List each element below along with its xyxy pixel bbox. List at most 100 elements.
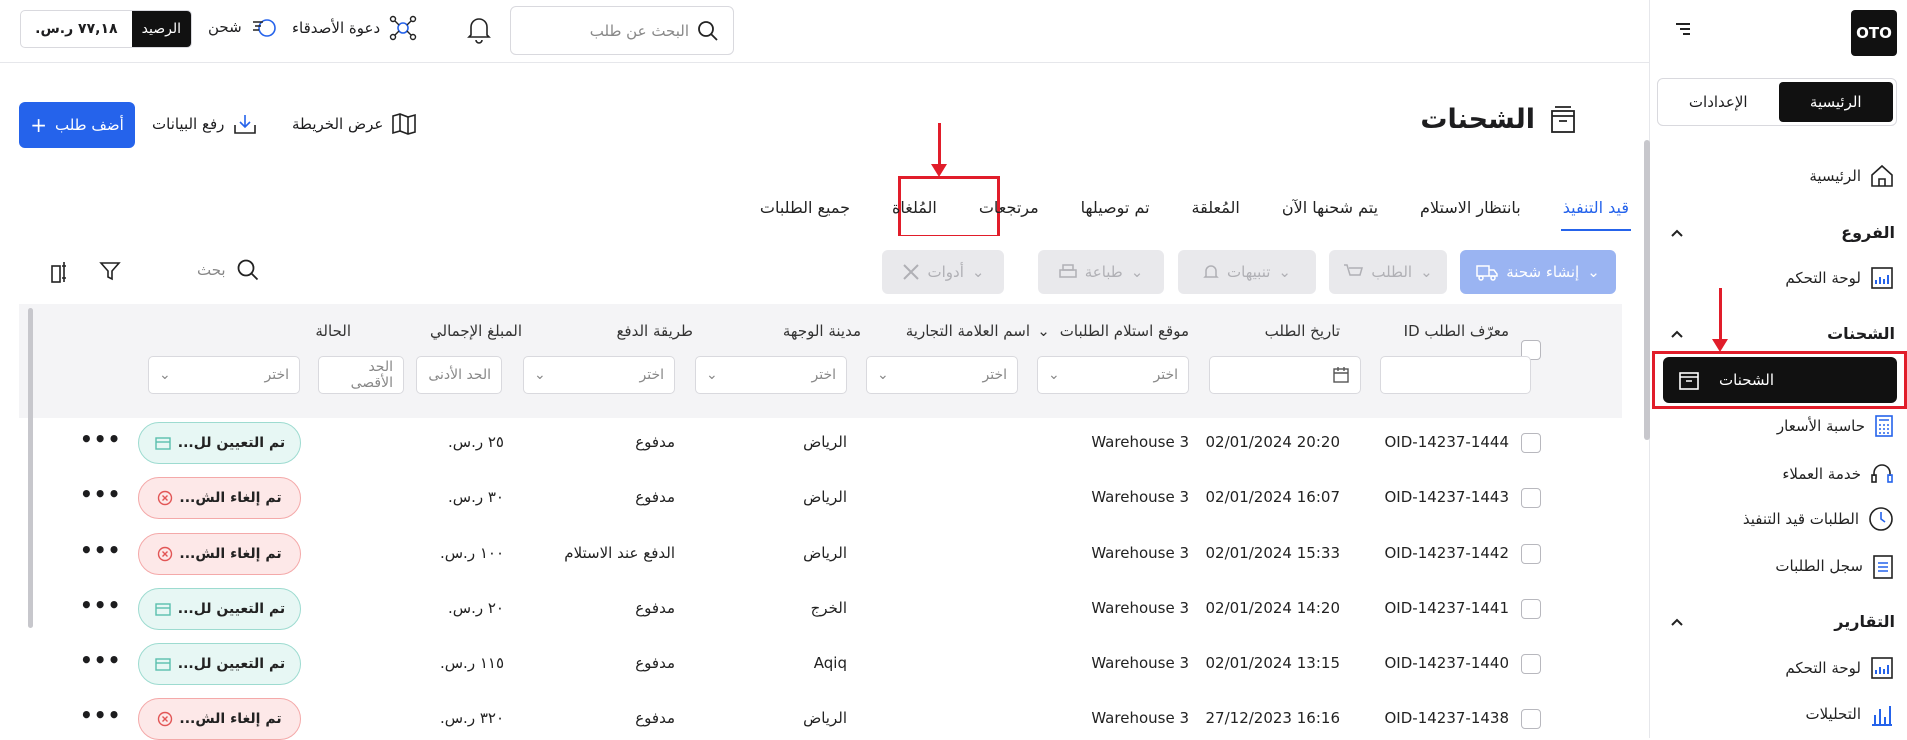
status-badge[interactable]: تم التعيين لل... [138, 588, 301, 630]
cell-order-id[interactable]: OID-14237-1441 [1385, 599, 1510, 617]
tab-awaiting-pickup[interactable]: بانتظار الاستلام [1418, 198, 1523, 231]
home-settings-switch: الرئيسية الإعدادات [1657, 78, 1897, 126]
search-icon [237, 259, 258, 281]
tools-icon [902, 264, 919, 280]
header-destination-city[interactable]: مدينة الوجهة [783, 322, 861, 340]
payment-method-filter[interactable]: اختر ⌄ [523, 356, 675, 394]
tools-menu-button[interactable]: ⌄ أدوات [882, 250, 1004, 294]
header-order-date[interactable]: تاريخ الطلب [1265, 322, 1340, 340]
tab-returns[interactable]: مرتجعات [977, 198, 1041, 231]
sidebar-group-shipments[interactable]: الشحنات [1669, 324, 1895, 343]
status-badge[interactable]: تم إلغاء الش... [138, 698, 301, 740]
status-badge[interactable]: تم التعيين لل... [138, 643, 301, 685]
tab-shipping-now[interactable]: يتم شحنها الآن [1280, 198, 1380, 231]
header-status[interactable]: الحالة [315, 322, 351, 340]
row-checkbox[interactable] [1521, 709, 1541, 729]
header-payment-method[interactable]: طريقة الدفع [616, 322, 693, 340]
tab-in-progress[interactable]: قيد التنفيذ [1560, 198, 1631, 231]
collapse-menu-icon[interactable] [1674, 20, 1692, 38]
search-placeholder: البحث عن طلب [589, 21, 689, 40]
status-badge[interactable]: تم إلغاء الش... [138, 477, 301, 519]
chevron-down-icon: ⌄ [1037, 322, 1050, 340]
sidebar-group-reports[interactable]: التقارير [1669, 612, 1895, 631]
table-toolbar: ⌄ إنشاء شحنة ⌄ الطلب ⌄ تنبيهات ⌄ طباعة ⌄… [19, 244, 1622, 302]
cell-order-id[interactable]: OID-14237-1444 [1385, 433, 1510, 451]
seg-home[interactable]: الرئيسية [1778, 82, 1893, 122]
sidebar-item-customer-service[interactable]: خدمة العملاء [1782, 460, 1895, 488]
pickup-location-filter[interactable]: اختر ⌄ [1037, 356, 1189, 394]
amount-min-filter[interactable]: الحد الأدنى [416, 356, 502, 394]
sidebar-group-branches[interactable]: الفروع [1669, 223, 1895, 242]
status-badge[interactable]: تم التعيين لل... [138, 422, 301, 464]
brand-name-filter[interactable]: اختر ⌄ [866, 356, 1018, 394]
cell-payment-method: الدفع عند الاستلام [564, 544, 675, 562]
cell-order-id[interactable]: OID-14237-1438 [1385, 709, 1510, 727]
order-search-input[interactable]: البحث عن طلب [510, 6, 734, 55]
page-title: الشحنات [1420, 104, 1577, 135]
order-menu-button[interactable]: ⌄ الطلب [1329, 250, 1447, 294]
map-icon [392, 113, 417, 135]
table-scrollbar[interactable] [28, 308, 33, 628]
header-pickup-location[interactable]: موقع استلام الطلبات ⌄ [1037, 322, 1189, 340]
oto-logo[interactable]: OTO [1851, 10, 1897, 56]
sidebar-item-analytics[interactable]: التحليلات [1805, 700, 1895, 728]
row-checkbox[interactable] [1521, 599, 1541, 619]
cell-pickup-location: Warehouse 3 [1091, 544, 1189, 562]
cell-order-date: 15:33 02/01/2024 [1205, 544, 1340, 562]
sidebar-item-orders-in-progress[interactable]: الطلبات قيد التنفيذ [1743, 505, 1895, 533]
map-view-button[interactable]: عرض الخريطة [292, 112, 417, 136]
tab-cancelled[interactable]: المُلغاة [890, 198, 939, 231]
status-badge[interactable]: تم إلغاء الش... [138, 533, 301, 575]
highlight-box-shipments [1652, 351, 1907, 409]
balance-widget[interactable]: الرصيد ٧٧,١٨ ر.س. [20, 10, 192, 48]
status-filter[interactable]: اختر ⌄ [148, 356, 300, 394]
tab-pending[interactable]: المُعلقة [1190, 198, 1242, 231]
row-actions-more-icon[interactable]: ••• [80, 482, 121, 506]
add-order-button[interactable]: أضف طلب + [19, 102, 135, 148]
row-checkbox[interactable] [1521, 544, 1541, 564]
row-actions-more-icon[interactable]: ••• [80, 427, 121, 451]
cell-payment-method: مدفوع [635, 709, 675, 727]
row-actions-more-icon[interactable]: ••• [80, 593, 121, 617]
tab-delivered[interactable]: تم توصيلها [1079, 198, 1152, 231]
seg-settings[interactable]: الإعدادات [1661, 82, 1776, 122]
tab-all-orders[interactable]: جميع الطلبات [758, 198, 852, 231]
order-id-filter[interactable] [1380, 356, 1531, 394]
print-menu-button[interactable]: ⌄ طباعة [1038, 250, 1164, 294]
row-actions-more-icon[interactable]: ••• [80, 538, 121, 562]
sidebar-item-orders-log[interactable]: سجل الطلبات [1775, 552, 1895, 580]
max-placeholder: الحد الأقصى [350, 359, 393, 391]
header-total-amount[interactable]: المبلغ الإجمالي [430, 322, 522, 340]
header-order-id[interactable]: معرّف الطلب ID [1404, 322, 1509, 340]
cell-order-id[interactable]: OID-14237-1440 [1385, 654, 1510, 672]
filter-icon[interactable] [99, 260, 121, 282]
row-actions-more-icon[interactable]: ••• [80, 648, 121, 672]
bell-icon[interactable] [466, 14, 492, 44]
amount-max-filter[interactable]: الحد الأقصى [318, 356, 404, 394]
sidebar-item-branches-dashboard[interactable]: لوحة التحكم [1785, 264, 1895, 292]
alerts-menu-button[interactable]: ⌄ تنبيهات [1178, 250, 1316, 294]
table-search-input[interactable]: بحث [197, 258, 260, 282]
sidebar-item-label: خدمة العملاء [1782, 465, 1861, 483]
sidebar-item-label: سجل الطلبات [1775, 557, 1863, 575]
invite-friends-button[interactable]: دعوة الأصدقاء [292, 13, 418, 43]
page-scrollbar[interactable] [1644, 140, 1650, 440]
cell-order-id[interactable]: OID-14237-1442 [1385, 544, 1510, 562]
columns-settings-icon[interactable] [49, 260, 71, 284]
sidebar-item-home[interactable]: الرئيسية [1809, 162, 1895, 190]
create-shipment-button[interactable]: ⌄ إنشاء شحنة [1460, 250, 1616, 294]
row-checkbox[interactable] [1521, 654, 1541, 674]
destination-city-filter[interactable]: اختر ⌄ [695, 356, 847, 394]
upload-data-button[interactable]: رفع البيانات [152, 112, 258, 136]
row-checkbox[interactable] [1521, 433, 1541, 453]
cell-order-id[interactable]: OID-14237-1443 [1385, 488, 1510, 506]
header-brand-name[interactable]: اسم العلامة التجارية [906, 322, 1030, 340]
sidebar-item-price-calculator[interactable]: حاسبة الأسعار [1777, 412, 1895, 440]
charge-button[interactable]: شحن [208, 13, 278, 41]
cell-pickup-location: Warehouse 3 [1091, 433, 1189, 451]
sidebar-item-reports-dashboard[interactable]: لوحة التحكم [1785, 654, 1895, 682]
row-actions-more-icon[interactable]: ••• [80, 703, 121, 727]
filter-placeholder: اختر [639, 367, 665, 383]
row-checkbox[interactable] [1521, 488, 1541, 508]
order-date-filter[interactable] [1209, 356, 1361, 394]
